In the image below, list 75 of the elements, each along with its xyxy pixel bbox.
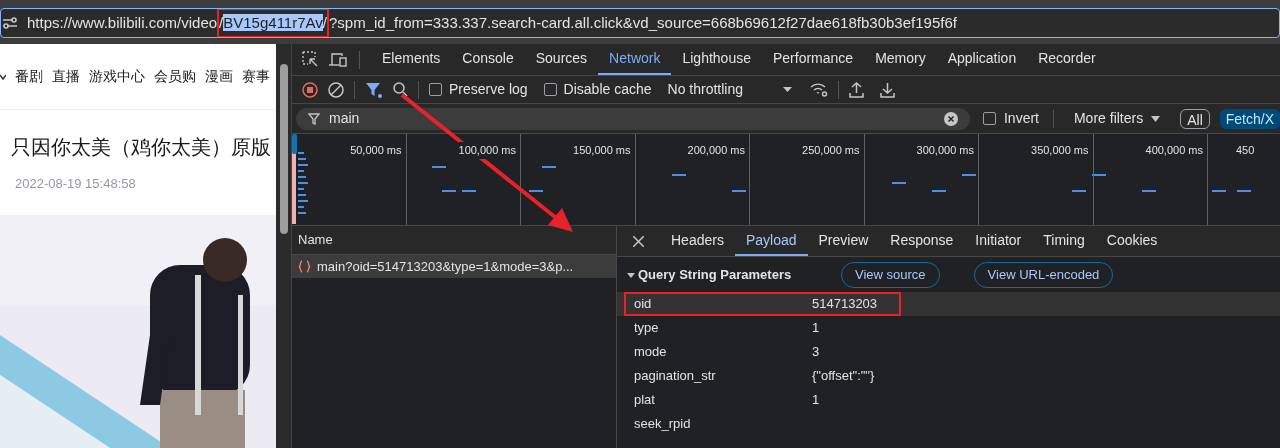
- url-text: /: [322, 13, 327, 31]
- param-value: {"offset":""}: [812, 367, 875, 386]
- close-icon[interactable]: [633, 235, 644, 247]
- panel-tab[interactable]: Elements: [371, 44, 452, 75]
- column-header[interactable]: Name: [292, 226, 616, 255]
- param-value: 514713203: [812, 295, 878, 314]
- url-text: BV15g411r7Av: [223, 13, 323, 31]
- timeline-tick: 100,000 ms: [458, 142, 516, 159]
- nav-link[interactable]: 游戏中心: [89, 66, 145, 87]
- param-key: pagination_str: [634, 366, 812, 386]
- param-value: 3: [812, 343, 820, 362]
- detail-tab[interactable]: Cookies: [1095, 226, 1169, 256]
- nav-link[interactable]: 漫画: [205, 66, 233, 87]
- detail-tab[interactable]: Initiator: [964, 226, 1033, 256]
- param-key: oid: [634, 294, 812, 314]
- caret-icon: [783, 87, 792, 92]
- filter-field[interactable]: main: [296, 107, 970, 130]
- filter-icon: [308, 112, 320, 125]
- panel-tab[interactable]: Application: [936, 44, 1028, 75]
- url-text: ?spm_id_from=333.337.search-card.all.click&vd_source=668b69612f27dae618fb30b3ef195f6f: [328, 12, 957, 33]
- panel-tab[interactable]: Memory: [864, 44, 937, 75]
- param-value: 1: [812, 391, 820, 410]
- nav-link[interactable]: 赛事: [242, 66, 270, 87]
- nav-link[interactable]: 直播: [52, 66, 80, 87]
- param-key: mode: [634, 342, 812, 362]
- checkbox[interactable]: [429, 83, 442, 96]
- param-value: 1: [812, 319, 820, 338]
- download-icon[interactable]: [880, 81, 895, 98]
- nav-link[interactable]: 番剧: [15, 66, 43, 87]
- request-name: main?oid=514713203&type=1&mode=3&p...: [317, 257, 574, 276]
- nav-link[interactable]: 会员购: [154, 66, 196, 87]
- upload-icon[interactable]: [849, 81, 864, 98]
- type-filter[interactable]: All: [1180, 108, 1210, 129]
- checkbox-label: Invert: [1003, 109, 1039, 128]
- video-title: 只因你太美（鸡你太美）原版: [11, 134, 272, 160]
- param-key: plat: [634, 390, 812, 410]
- detail-tab[interactable]: Timing: [1032, 226, 1096, 256]
- type-filter[interactable]: Fetch/X: [1219, 108, 1280, 129]
- panel-tab[interactable]: Sources: [524, 44, 599, 75]
- address-bar[interactable]: https://www.bilibili.com/video/BV15g411r7Av/?spm_id_from=333.337.search-card.all.click&vd_source=668b69612f27dae618fb30b3ef195f6f: [0, 8, 1280, 38]
- device-toolbar-icon[interactable]: [329, 52, 348, 67]
- json-icon: [298, 260, 311, 273]
- clear-icon[interactable]: [943, 111, 958, 126]
- checkbox-label: Disable cache: [563, 80, 652, 99]
- detail-tab[interactable]: Headers: [660, 226, 735, 256]
- panel-tab[interactable]: Recorder: [1027, 44, 1107, 75]
- panel-tab[interactable]: Lighthouse: [671, 44, 762, 75]
- panel-tab[interactable]: Performance: [761, 44, 865, 75]
- url-text: /: [219, 13, 224, 31]
- site-info-icon[interactable]: [3, 16, 17, 30]
- caret-icon: [1151, 115, 1161, 122]
- param-key: type: [634, 318, 812, 338]
- publish-date: 2022-08-19 15:48:58: [14, 174, 137, 193]
- select-element-icon[interactable]: [302, 51, 319, 68]
- more-filters-dropdown[interactable]: More filters: [1063, 108, 1171, 129]
- throttling-dropdown[interactable]: No throttling: [667, 79, 792, 100]
- wifi-settings-icon[interactable]: [810, 82, 828, 97]
- filter-value: main: [329, 109, 361, 128]
- url-text: https://www.bilibili.com/video: [27, 12, 218, 33]
- checkbox[interactable]: [543, 83, 557, 96]
- section-toggle[interactable]: Query String Parameters: [627, 264, 827, 285]
- param-key: seek_rpid: [634, 414, 812, 434]
- detail-tab[interactable]: Preview: [807, 226, 880, 256]
- filter-icon[interactable]: [365, 81, 383, 98]
- search-icon[interactable]: [393, 82, 408, 97]
- record-icon[interactable]: [302, 81, 318, 98]
- panel-tab[interactable]: Console: [451, 44, 525, 75]
- detail-tab[interactable]: Payload: [734, 226, 808, 256]
- clear-icon[interactable]: [328, 81, 344, 98]
- request-row[interactable]: main?oid=514713203&type=1&mode=3&p...: [292, 255, 616, 278]
- checkbox-label: Preserve log: [449, 80, 528, 99]
- scrollbar-thumb[interactable]: [279, 64, 288, 234]
- checkbox[interactable]: [982, 112, 996, 125]
- caret-icon: [627, 270, 635, 279]
- detail-tab[interactable]: Response: [879, 226, 965, 256]
